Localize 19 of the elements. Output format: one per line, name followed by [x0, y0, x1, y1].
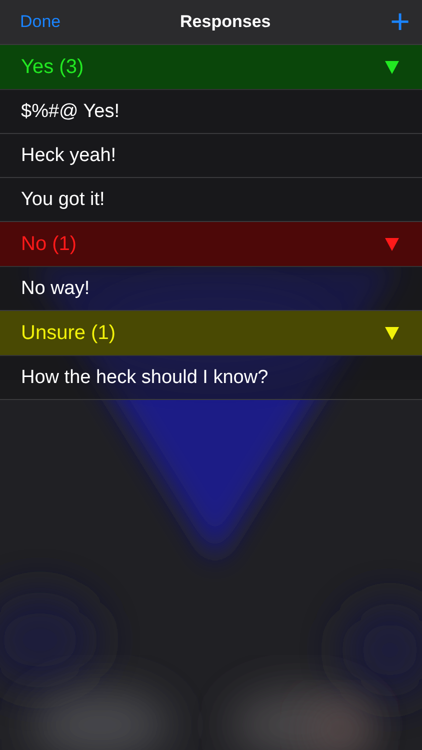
- group-header[interactable]: No (1): [0, 222, 422, 267]
- add-button[interactable]: +: [390, 5, 410, 39]
- response-text: Heck yeah!: [21, 144, 116, 166]
- response-text: No way!: [21, 278, 90, 300]
- group-label: Yes (3): [21, 56, 84, 78]
- response-row[interactable]: No way!: [0, 267, 422, 311]
- response-row[interactable]: How the heck should I know?: [0, 356, 422, 400]
- group-label: No (1): [21, 232, 77, 256]
- response-row[interactable]: $%#@ Yes!: [0, 90, 422, 134]
- group-header[interactable]: Unsure (1): [0, 311, 422, 356]
- response-text: How the heck should I know?: [21, 366, 268, 388]
- response-text: $%#@ Yes!: [21, 100, 120, 122]
- group-label: Unsure (1): [21, 322, 116, 344]
- group-header[interactable]: Yes (3): [0, 45, 422, 90]
- screen-title: Responses: [180, 12, 271, 32]
- done-button[interactable]: Done: [20, 12, 61, 32]
- response-row[interactable]: Heck yeah!: [0, 134, 422, 178]
- response-row[interactable]: You got it!: [0, 178, 422, 222]
- response-text: You got it!: [21, 188, 105, 210]
